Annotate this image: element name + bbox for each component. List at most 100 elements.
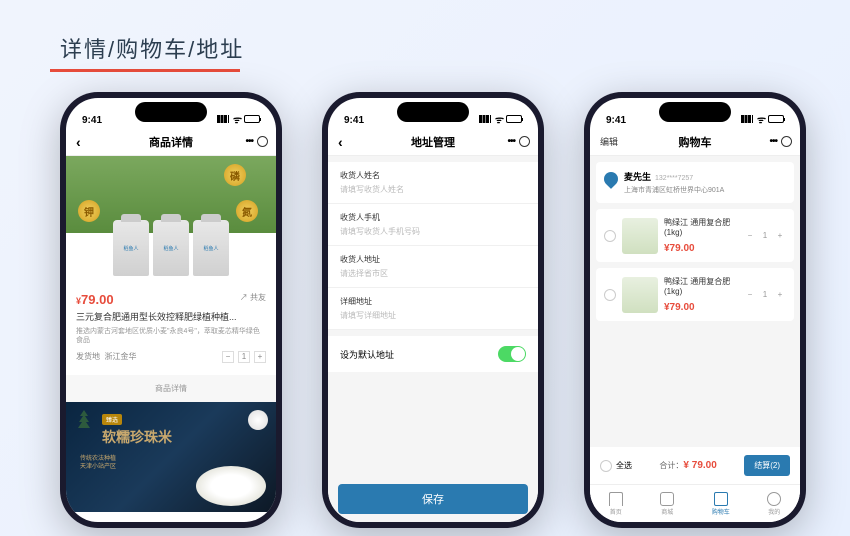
grid-icon	[660, 492, 674, 506]
qty-value: 1	[238, 351, 250, 363]
pin-icon	[601, 169, 621, 189]
tab-profile[interactable]: 我的	[767, 492, 781, 516]
banner-title: 软糯珍珠米	[102, 427, 266, 447]
edit-button[interactable]: 编辑	[600, 135, 618, 148]
wifi-icon: ᯤ	[756, 112, 765, 126]
select-all-label: 全选	[616, 460, 632, 471]
cart-list: 鸭绿江 通用复合肥 (1kg)¥79.00 −1+ 鸭绿江 通用复合肥 (1kg…	[590, 203, 800, 447]
save-button[interactable]: 保存	[338, 484, 528, 514]
quantity-stepper[interactable]: −1 +	[222, 351, 266, 363]
select-all-checkbox[interactable]	[600, 460, 612, 472]
default-toggle[interactable]	[498, 346, 526, 362]
item-price: ¥79.00	[664, 243, 738, 254]
more-icon[interactable]: •••	[507, 136, 515, 147]
default-switch-row: 设为默认地址	[328, 336, 538, 372]
tab-mall[interactable]: 商城	[660, 492, 674, 516]
default-label: 设为默认地址	[340, 348, 394, 361]
ship-label: 发货地	[76, 352, 100, 361]
battery-icon	[244, 115, 260, 123]
wifi-icon: ᯤ	[494, 112, 503, 126]
tab-home[interactable]: 首页	[609, 492, 623, 516]
cart-item: 鸭绿江 通用复合肥 (1kg) ¥79.00 −1+	[596, 268, 794, 321]
cart-summary-bar: 全选 合计：¥ 79.00 结算(2)	[590, 447, 800, 484]
more-icon[interactable]: •••	[245, 136, 253, 147]
plus-button[interactable]: +	[254, 351, 266, 363]
wifi-icon: ᯤ	[232, 112, 241, 126]
home-icon	[609, 492, 623, 506]
banner-tag: 臻选	[102, 414, 122, 425]
addr-name: 麦先生	[624, 172, 651, 182]
product-bottle: 稻鱼人	[113, 220, 149, 276]
target-icon[interactable]	[781, 136, 792, 147]
back-button[interactable]: ‹	[338, 134, 343, 150]
element-badge: 磷	[224, 164, 246, 186]
item-checkbox[interactable]	[604, 289, 616, 301]
detail-field[interactable]: 详细地址请填写详细地址	[328, 288, 538, 330]
item-name: 鸭绿江 通用复合肥 (1kg)	[664, 276, 738, 296]
address-form: 收货人姓名请填写收货人姓名 收货人手机请填写收货人手机号码 收货人地址请选择省市…	[328, 162, 538, 330]
product-bottle: 稻鱼人	[153, 220, 189, 276]
notch	[397, 102, 469, 122]
element-badge: 钾	[78, 200, 100, 222]
user-icon	[767, 492, 781, 506]
item-checkbox[interactable]	[604, 230, 616, 242]
notch	[659, 102, 731, 122]
quantity-stepper[interactable]: −1+	[744, 230, 786, 242]
item-thumbnail[interactable]	[622, 218, 658, 254]
minus-button[interactable]: −	[744, 289, 756, 301]
phone-product-detail: 9:41 ᯤ ‹ 商品详情 ••• 磷 钾 氮 稻鱼人 稻鱼人 稻鱼人 ¥79.…	[60, 92, 282, 528]
promo-banner[interactable]: 臻选 软糯珍珠米 传统农法种植天津小站产区	[66, 402, 276, 512]
battery-icon	[768, 115, 784, 123]
cart-item: 鸭绿江 通用复合肥 (1kg) ¥79.00 −1+	[596, 209, 794, 262]
product-title: 三元复合肥通用型长效控释肥绿植种植...	[76, 311, 266, 324]
cart-icon	[714, 492, 728, 506]
nav-title: 地址管理	[411, 134, 455, 150]
address-card[interactable]: 麦先生 132****7257 上海市青浦区虹桥世界中心901A	[596, 162, 794, 203]
brand-badge	[248, 410, 268, 430]
pine-icon	[72, 408, 96, 432]
rice-image	[196, 466, 266, 506]
page-heading: 详情/购物车/地址	[60, 32, 244, 64]
more-icon[interactable]: •••	[769, 136, 777, 147]
checkout-button[interactable]: 结算(2)	[744, 455, 790, 476]
target-icon[interactable]	[519, 136, 530, 147]
battery-icon	[506, 115, 522, 123]
qty-value: 1	[759, 289, 771, 301]
section-divider: 商品详情	[66, 375, 276, 402]
minus-button[interactable]: −	[744, 230, 756, 242]
target-icon[interactable]	[257, 136, 268, 147]
item-price: ¥79.00	[664, 302, 738, 313]
signal-icon	[479, 115, 491, 123]
minus-button[interactable]: −	[222, 351, 234, 363]
navbar: ‹ 地址管理 •••	[328, 128, 538, 156]
region-field[interactable]: 收货人地址请选择省市区	[328, 246, 538, 288]
product-hero: 磷 钾 氮 稻鱼人 稻鱼人 稻鱼人	[66, 156, 276, 284]
back-button[interactable]: ‹	[76, 134, 81, 150]
ship-location: 浙江金华	[104, 352, 136, 361]
total-label: 合计：	[659, 461, 683, 470]
plus-button[interactable]: +	[774, 230, 786, 242]
addr-phone: 132****7257	[655, 175, 693, 182]
product-desc: 推选内蒙古河套地区优质小麦"永良4号"，萃取麦芯精华绿色食品	[76, 327, 266, 345]
total-price: ¥ 79.00	[683, 460, 716, 471]
notch	[135, 102, 207, 122]
nav-title: 商品详情	[149, 134, 193, 150]
product-info: ¥79.00 ↗ 共友 三元复合肥通用型长效控释肥绿植种植... 推选内蒙古河套…	[66, 284, 276, 371]
item-name: 鸭绿江 通用复合肥 (1kg)	[664, 217, 738, 237]
tab-bar: 首页 商城 购物车 我的	[590, 484, 800, 522]
quantity-stepper[interactable]: −1+	[744, 289, 786, 301]
phone-field[interactable]: 收货人手机请填写收货人手机号码	[328, 204, 538, 246]
plus-button[interactable]: +	[774, 289, 786, 301]
addr-full: 上海市青浦区虹桥世界中心901A	[624, 185, 724, 195]
phone-cart: 9:41 ᯤ 编辑 购物车 ••• 麦先生132****7257 上海市青浦区虹…	[584, 92, 806, 528]
phone-address: 9:41 ᯤ ‹ 地址管理 ••• 收货人姓名请填写收货人姓名 收货人手机请填写…	[322, 92, 544, 528]
product-bottle: 稻鱼人	[193, 220, 229, 276]
item-thumbnail[interactable]	[622, 277, 658, 313]
status-time: 9:41	[82, 115, 102, 126]
signal-icon	[217, 115, 229, 123]
name-field[interactable]: 收货人姓名请填写收货人姓名	[328, 162, 538, 204]
element-badge: 氮	[236, 200, 258, 222]
share-button[interactable]: ↗ 共友	[240, 292, 266, 303]
qty-value: 1	[759, 230, 771, 242]
tab-cart[interactable]: 购物车	[712, 492, 730, 516]
